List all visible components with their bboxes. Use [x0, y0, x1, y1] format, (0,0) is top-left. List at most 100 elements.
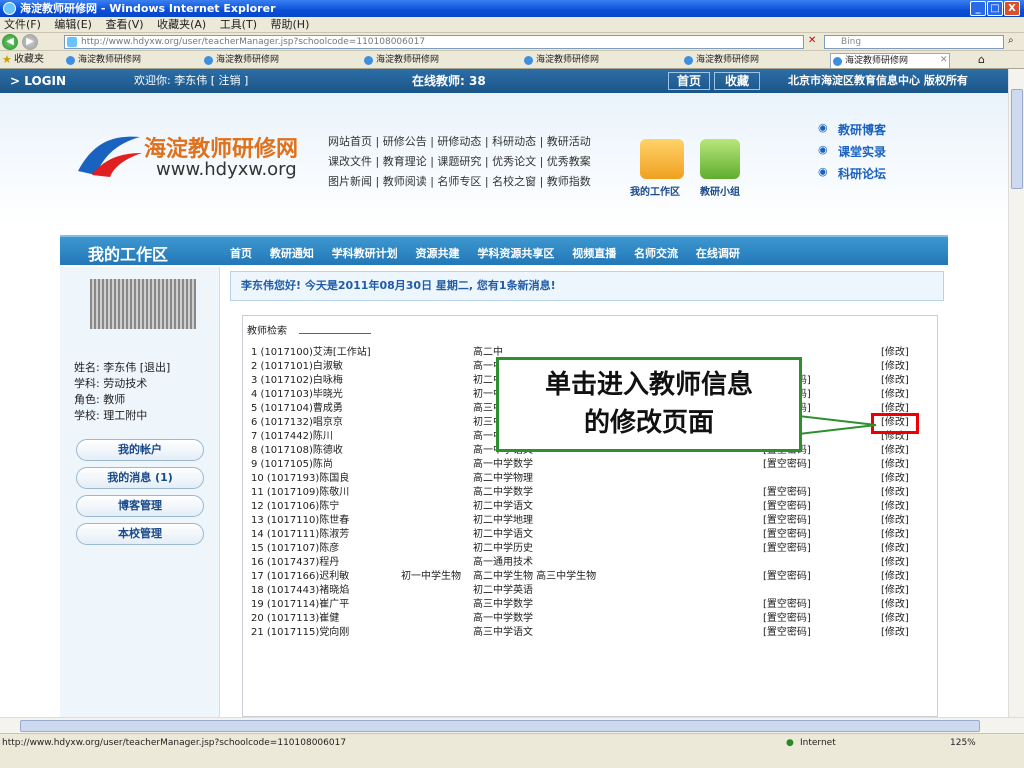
teacher-name[interactable]: 14 (1017111)陈淑芳: [251, 528, 349, 542]
reset-password-link[interactable]: [置空密码]: [763, 626, 811, 640]
favorite-button[interactable]: 收藏: [714, 72, 761, 90]
menu-tools[interactable]: 工具(T): [220, 18, 257, 31]
menu-edit[interactable]: 编辑(E): [54, 18, 92, 31]
teacher-name[interactable]: 16 (1017437)程丹: [251, 556, 339, 570]
link-row-1[interactable]: 网站首页 | 研修公告 | 研修动态 | 科研动态 | 教研活动: [328, 133, 591, 149]
star-icon[interactable]: ★: [2, 51, 12, 69]
nav-survey[interactable]: 在线调研: [696, 247, 740, 260]
teacher-name[interactable]: 2 (1017101)白淑敏: [251, 360, 343, 374]
teacher-name[interactable]: 11 (1017109)陈敬川: [251, 486, 349, 500]
reset-password-link[interactable]: [置空密码]: [763, 598, 811, 612]
edit-link[interactable]: [修改]: [881, 542, 909, 556]
nav-video[interactable]: 视频直播: [572, 247, 616, 260]
tab-4[interactable]: 海淀教师研修网: [522, 53, 599, 68]
hscroll-thumb[interactable]: [20, 720, 980, 732]
forum-link[interactable]: 科研论坛: [838, 165, 886, 182]
teacher-name[interactable]: 10 (1017193)陈国良: [251, 472, 349, 486]
edit-link[interactable]: [修改]: [881, 458, 909, 472]
address-input[interactable]: http://www.hdyxw.org/user/teacherManager…: [64, 35, 804, 49]
edit-link[interactable]: [修改]: [881, 360, 909, 374]
nav-plan[interactable]: 学科教研计划: [332, 247, 398, 260]
forward-arrow-icon[interactable]: ▶: [22, 34, 38, 50]
tab-6-active[interactable]: 海淀教师研修网: [830, 53, 950, 68]
edit-link[interactable]: [修改]: [881, 444, 909, 458]
reset-password-link[interactable]: [置空密码]: [763, 528, 811, 542]
link-row-3[interactable]: 图片新闻 | 教师阅读 | 名师专区 | 名校之窗 | 教师指数: [328, 173, 591, 189]
teacher-name[interactable]: 8 (1017108)陈德收: [251, 444, 343, 458]
edit-link[interactable]: [修改]: [881, 598, 909, 612]
teacher-name[interactable]: 20 (1017113)崔健: [251, 612, 339, 626]
edit-link[interactable]: [修改]: [881, 346, 909, 360]
workspace-label[interactable]: 我的工作区: [630, 183, 680, 198]
teacher-name[interactable]: 15 (1017107)陈彦: [251, 542, 339, 556]
edit-link[interactable]: [修改]: [881, 528, 909, 542]
menu-view[interactable]: 查看(V): [105, 18, 143, 31]
teacher-name[interactable]: 6 (1017132)唱京京: [251, 416, 343, 430]
edit-link[interactable]: [修改]: [881, 388, 909, 402]
my-messages-button[interactable]: 我的消息 (1): [76, 467, 204, 489]
teacher-name[interactable]: 3 (1017102)白咏梅: [251, 374, 343, 388]
teacher-name[interactable]: 17 (1017166)迟利敏: [251, 570, 349, 584]
edit-link[interactable]: [修改]: [881, 556, 909, 570]
teacher-name[interactable]: 21 (1017115)党向刚: [251, 626, 349, 640]
tab-3[interactable]: 海淀教师研修网: [362, 53, 439, 68]
tab-1[interactable]: 海淀教师研修网: [64, 53, 141, 68]
group-icon[interactable]: [700, 139, 740, 179]
close-tab-icon[interactable]: ✕: [940, 51, 948, 69]
reset-password-link[interactable]: [置空密码]: [763, 500, 811, 514]
status-zoom[interactable]: 125%: [950, 734, 976, 752]
teacher-name[interactable]: 4 (1017103)毕晓光: [251, 388, 343, 402]
reset-password-link[interactable]: [置空密码]: [763, 570, 811, 584]
blog-link[interactable]: 教研博客: [838, 121, 886, 138]
edit-link[interactable]: [修改]: [881, 612, 909, 626]
link-row-2[interactable]: 课改文件 | 教育理论 | 课题研究 | 优秀论文 | 优秀教案: [328, 153, 591, 169]
tab-5[interactable]: 海淀教师研修网: [682, 53, 759, 68]
menu-favorites[interactable]: 收藏夹(A): [157, 18, 206, 31]
my-account-button[interactable]: 我的帐户: [76, 439, 204, 461]
teacher-name[interactable]: 5 (1017104)曹成勇: [251, 402, 343, 416]
back-arrow-icon[interactable]: ◀: [2, 34, 18, 50]
teacher-name[interactable]: 12 (1017106)陈宁: [251, 500, 339, 514]
horizontal-scrollbar[interactable]: [0, 717, 1024, 733]
reset-password-link[interactable]: [置空密码]: [763, 542, 811, 556]
menu-file[interactable]: 文件(F): [4, 18, 41, 31]
teacher-search-label[interactable]: 教师检索: [247, 322, 287, 337]
favorites-label[interactable]: 收藏夹: [14, 51, 44, 69]
nav-share[interactable]: 学科资源共享区: [477, 247, 554, 260]
teacher-name[interactable]: 1 (1017100)艾涛[工作站]: [251, 346, 371, 360]
workspace-icon[interactable]: [640, 139, 684, 179]
minimize-button[interactable]: _: [970, 1, 986, 16]
tab-2[interactable]: 海淀教师研修网: [202, 53, 279, 68]
school-manage-button[interactable]: 本校管理: [76, 523, 204, 545]
blog-manage-button[interactable]: 博客管理: [76, 495, 204, 517]
teacher-name[interactable]: 9 (1017105)陈尚: [251, 458, 333, 472]
nav-resource[interactable]: 资源共建: [416, 247, 460, 260]
scroll-thumb[interactable]: [1011, 89, 1023, 189]
lesson-link[interactable]: 课堂实录: [838, 143, 886, 160]
search-icon[interactable]: ⌕: [1008, 35, 1014, 46]
edit-link[interactable]: [修改]: [881, 500, 909, 514]
stop-icon[interactable]: ✕: [808, 35, 816, 46]
edit-link[interactable]: [修改]: [881, 626, 909, 640]
maximize-button[interactable]: □: [987, 1, 1003, 16]
reset-password-link[interactable]: [置空密码]: [763, 612, 811, 626]
edit-link[interactable]: [修改]: [881, 472, 909, 486]
reset-password-link[interactable]: [置空密码]: [763, 458, 811, 472]
menu-help[interactable]: 帮助(H): [271, 18, 310, 31]
edit-link[interactable]: [修改]: [881, 486, 909, 500]
group-label[interactable]: 教研小组: [700, 183, 740, 198]
search-input[interactable]: Bing: [824, 35, 1004, 49]
vertical-scrollbar[interactable]: [1008, 69, 1024, 717]
reset-password-link[interactable]: [置空密码]: [763, 514, 811, 528]
nav-home[interactable]: 首页: [230, 247, 252, 260]
edit-link[interactable]: [修改]: [881, 584, 909, 598]
edit-link[interactable]: [修改]: [881, 570, 909, 584]
login-link[interactable]: > LOGIN: [10, 69, 66, 93]
edit-link[interactable]: [修改]: [881, 374, 909, 388]
edit-link[interactable]: [修改]: [881, 514, 909, 528]
home-icon[interactable]: ⌂: [978, 51, 985, 69]
nav-notice[interactable]: 教研通知: [270, 247, 314, 260]
teacher-name[interactable]: 13 (1017110)陈世春: [251, 514, 349, 528]
teacher-name[interactable]: 18 (1017443)褚晓焰: [251, 584, 349, 598]
teacher-name[interactable]: 7 (1017442)陈川: [251, 430, 333, 444]
